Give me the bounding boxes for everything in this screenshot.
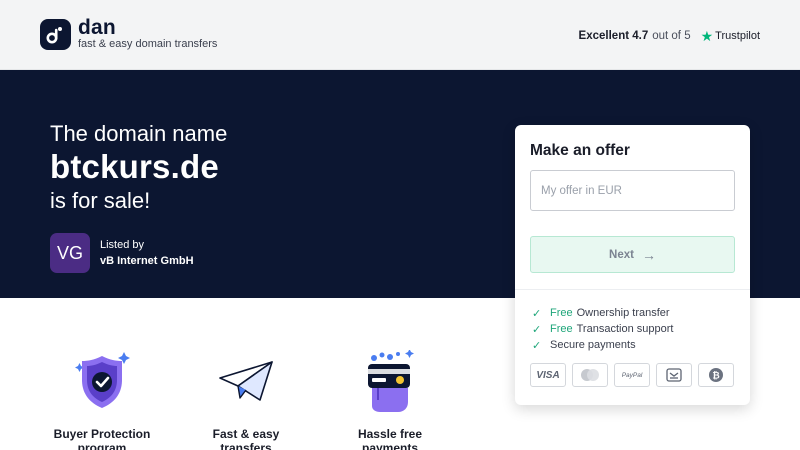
benefit-free-tag: Free: [550, 307, 573, 319]
hero-intro: The domain name: [50, 121, 228, 146]
seller-avatar: VG: [50, 233, 90, 273]
benefit-item: ✓ Free Transaction support: [532, 321, 673, 337]
benefit-free-tag: Free: [550, 323, 573, 335]
bank-transfer-icon: [656, 363, 692, 387]
domain-name: btckurs.de: [50, 148, 219, 185]
offer-amount-input[interactable]: [530, 170, 735, 211]
visa-icon: VISA: [530, 363, 566, 387]
next-button-label: Next: [609, 248, 634, 261]
trustpilot-rating[interactable]: Excellent 4.7 out of 5 ★ Trustpilot: [579, 29, 760, 43]
benefit-item: ✓ Free Ownership transfer: [532, 305, 673, 321]
feature-title: Hassle free: [357, 427, 423, 441]
check-icon: ✓: [532, 339, 542, 352]
payment-methods: VISA PayPal ₿: [530, 363, 734, 387]
card-divider: [515, 289, 750, 290]
feature-title: Buyer Protection: [53, 427, 151, 441]
card-hand-icon: [362, 349, 420, 417]
feature-title: payments: [361, 441, 419, 450]
seller-label: Listed by: [100, 239, 145, 251]
rating-scale: out of 5: [652, 30, 691, 42]
benefit-text: Transaction support: [576, 323, 674, 335]
arrow-right-icon: →: [641, 246, 656, 263]
dan-logo-icon[interactable]: [40, 19, 71, 50]
feature-title: transfers: [220, 441, 272, 450]
feature-title: Fast & easy: [212, 427, 280, 441]
benefit-text: Ownership transfer: [576, 307, 670, 319]
feature-title: program: [77, 441, 127, 450]
seller-name: vB Internet GmbH: [100, 255, 194, 267]
rating-score: Excellent 4.7: [578, 30, 649, 42]
offer-card: Make an offer Next → ✓ Free Ownership tr…: [515, 125, 750, 405]
svg-text:₿: ₿: [712, 371, 719, 382]
trustpilot-star-icon: ★: [700, 28, 714, 44]
benefit-text: Secure payments: [550, 339, 636, 351]
bitcoin-icon: ₿: [698, 363, 734, 387]
brand-name[interactable]: dan: [78, 16, 116, 40]
trustpilot-label: Trustpilot: [715, 30, 760, 42]
benefit-item: ✓ Secure payments: [532, 337, 673, 353]
mastercard-icon: [572, 363, 608, 387]
paypal-icon: PayPal: [614, 363, 650, 387]
check-icon: ✓: [532, 307, 542, 320]
site-header: dan fast & easy domain transfers Excelle…: [0, 0, 800, 70]
next-button[interactable]: Next →: [530, 236, 735, 273]
benefits-list: ✓ Free Ownership transfer ✓ Free Transac…: [532, 305, 673, 353]
paper-plane-icon: [216, 350, 276, 415]
brand-tagline: fast & easy domain transfers: [78, 38, 218, 50]
shield-check-icon: [74, 350, 130, 417]
check-icon: ✓: [532, 323, 542, 336]
hero-sale-text: is for sale!: [50, 188, 151, 213]
offer-title: Make an offer: [530, 142, 630, 159]
